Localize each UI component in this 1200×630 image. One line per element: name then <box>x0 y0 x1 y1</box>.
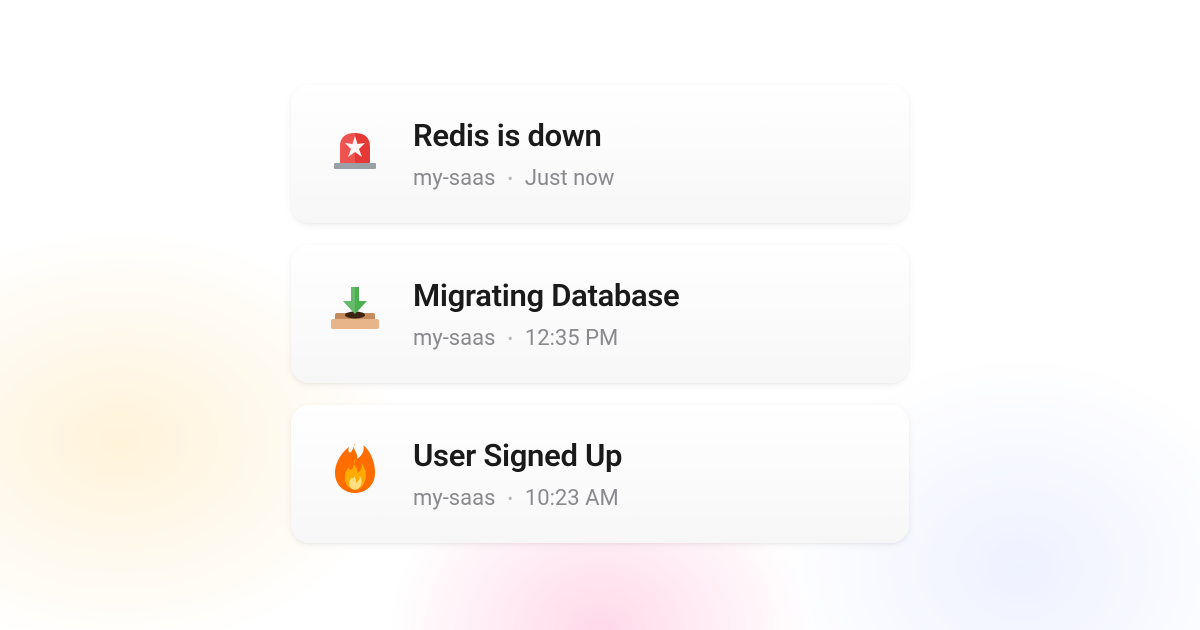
meta-separator: • <box>507 489 512 508</box>
notification-content: Redis is down my-saas • Just now <box>413 117 871 191</box>
notification-title: User Signed Up <box>413 437 871 474</box>
notification-card[interactable]: Migrating Database my-saas • 12:35 PM <box>291 245 909 383</box>
notification-meta: my-saas • Just now <box>413 166 871 191</box>
meta-separator: • <box>507 329 512 348</box>
inbox-download-icon <box>329 281 381 333</box>
notification-title: Migrating Database <box>413 277 871 314</box>
notification-time: 10:23 AM <box>525 486 619 511</box>
notification-meta: my-saas • 10:23 AM <box>413 486 871 511</box>
notification-time: 12:35 PM <box>525 326 618 351</box>
siren-icon <box>329 121 381 173</box>
notification-card[interactable]: User Signed Up my-saas • 10:23 AM <box>291 405 909 543</box>
notification-time: Just now <box>525 166 615 191</box>
notification-project: my-saas <box>413 486 495 511</box>
notification-content: User Signed Up my-saas • 10:23 AM <box>413 437 871 511</box>
meta-separator: • <box>507 169 512 188</box>
notification-card[interactable]: Redis is down my-saas • Just now <box>291 85 909 223</box>
notification-title: Redis is down <box>413 117 871 154</box>
fire-icon <box>329 441 381 493</box>
notification-meta: my-saas • 12:35 PM <box>413 326 871 351</box>
notification-project: my-saas <box>413 166 495 191</box>
notification-content: Migrating Database my-saas • 12:35 PM <box>413 277 871 351</box>
notification-project: my-saas <box>413 326 495 351</box>
